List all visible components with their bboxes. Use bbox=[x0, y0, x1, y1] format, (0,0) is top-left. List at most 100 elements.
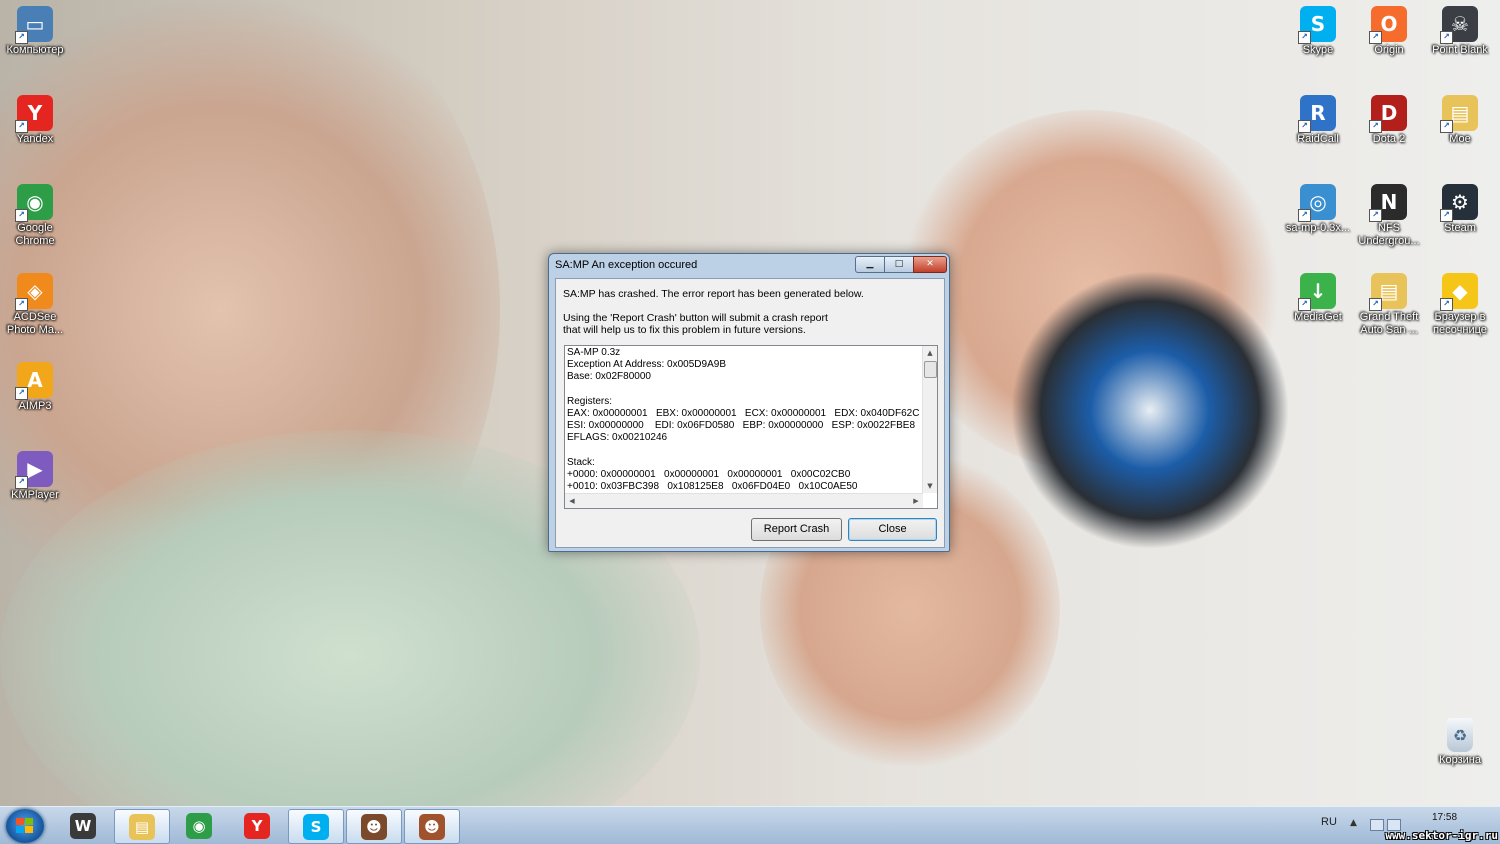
chrome-icon: ◉ bbox=[186, 812, 212, 839]
origin-icon: O ↗ bbox=[1369, 6, 1407, 44]
explorer-icon: ▤ bbox=[129, 813, 155, 840]
aimp-icon: A ↗ bbox=[15, 362, 53, 400]
desktop-shortcut[interactable]: ☠ ↗ Point Blank bbox=[1424, 6, 1496, 57]
desktop-shortcut-label: KMPlayer bbox=[11, 489, 59, 501]
shortcut-arrow-icon: ↗ bbox=[1440, 31, 1453, 44]
dialog-titlebar[interactable]: SA:MP An exception occured ▁ □ ✕ bbox=[549, 254, 949, 277]
yandex-browser-icon: Y ↗ bbox=[15, 95, 53, 133]
taskbar-button[interactable]: ☻ bbox=[404, 809, 460, 844]
point-blank-icon: ☠ ↗ bbox=[1440, 6, 1478, 44]
scroll-right-arrow-icon[interactable]: ▶ bbox=[909, 494, 923, 508]
yandex-browser-icon: Y bbox=[244, 812, 270, 839]
watermark: www.sektor-igr.ru bbox=[1385, 829, 1498, 842]
horizontal-scrollbar[interactable]: ◀ ▶ bbox=[565, 493, 923, 508]
desktop-shortcut[interactable]: ◈ ↗ ACDSee Photo Ma... bbox=[0, 273, 71, 337]
scroll-down-arrow-icon[interactable]: ▼ bbox=[923, 479, 937, 493]
desktop-shortcut-label: sa-mp-0.3x... bbox=[1285, 222, 1351, 234]
world-of-tanks-icon: W bbox=[70, 812, 96, 839]
recycle-bin[interactable]: ♻ Корзина bbox=[1424, 718, 1496, 767]
shortcut-arrow-icon: ↗ bbox=[15, 31, 28, 44]
desktop-shortcut[interactable]: ⚙ ↗ Steam bbox=[1424, 184, 1496, 235]
minimize-button[interactable]: ▁ bbox=[855, 256, 885, 273]
shortcut-arrow-icon: ↗ bbox=[1440, 120, 1453, 133]
show-hidden-icons-icon[interactable]: ▲ bbox=[1350, 818, 1357, 828]
shortcut-arrow-icon: ↗ bbox=[15, 120, 28, 133]
shortcut-arrow-icon: ↗ bbox=[1298, 209, 1311, 222]
clock[interactable]: 17:58 bbox=[1432, 812, 1457, 823]
start-button[interactable] bbox=[6, 809, 44, 843]
desktop-shortcut-label: Мое bbox=[1449, 133, 1471, 145]
shortcut-arrow-icon: ↗ bbox=[1298, 120, 1311, 133]
language-indicator[interactable]: RU bbox=[1321, 816, 1337, 828]
shortcut-arrow-icon: ↗ bbox=[1369, 120, 1382, 133]
desktop-shortcut[interactable]: N ↗ NFS Undergrou... bbox=[1353, 184, 1425, 248]
folder-icon: ▤ ↗ bbox=[1369, 273, 1407, 311]
dialog-client-area: SA:MP has crashed. The error report has … bbox=[555, 278, 945, 548]
network-icon[interactable] bbox=[1370, 819, 1384, 831]
shortcut-arrow-icon: ↗ bbox=[1440, 209, 1453, 222]
gta-sa-icon: ☻ bbox=[361, 813, 387, 840]
close-window-button[interactable]: ✕ bbox=[913, 256, 947, 273]
shortcut-arrow-icon: ↗ bbox=[15, 387, 28, 400]
taskbar: W ▤ ◉ Y S ☻ ☻ RU ▲ 17:58 www.sektor-igr.ru bbox=[0, 806, 1500, 844]
kmplayer-icon: ▶ ↗ bbox=[15, 451, 53, 489]
desktop-shortcut[interactable]: ▤ ↗ Grand Theft Auto San ... bbox=[1353, 273, 1425, 337]
steam-icon: ⚙ ↗ bbox=[1440, 184, 1478, 222]
recycle-bin-label: Корзина bbox=[1439, 754, 1481, 766]
desktop-shortcut[interactable]: R ↗ RaidCall bbox=[1282, 95, 1354, 146]
desktop-shortcut-label: Point Blank bbox=[1432, 44, 1488, 56]
taskbar-button[interactable]: S bbox=[288, 809, 344, 844]
taskbar-button[interactable]: W bbox=[56, 809, 110, 842]
report-hint-line2: that will help us to fix this problem in… bbox=[563, 324, 806, 336]
desktop-shortcut[interactable]: D ↗ Dota 2 bbox=[1353, 95, 1425, 146]
desktop-shortcut-label: RaidCall bbox=[1297, 133, 1339, 145]
skype-icon: S bbox=[303, 813, 329, 840]
shortcut-arrow-icon: ↗ bbox=[1298, 31, 1311, 44]
report-crash-button[interactable]: Report Crash bbox=[751, 518, 842, 541]
scroll-left-arrow-icon[interactable]: ◀ bbox=[565, 494, 579, 508]
taskbar-button[interactable]: Y bbox=[230, 809, 284, 842]
samp-installer-icon: ◎ ↗ bbox=[1298, 184, 1336, 222]
maximize-button[interactable]: □ bbox=[884, 256, 914, 273]
report-hint-line1: Using the 'Report Crash' button will sub… bbox=[563, 312, 828, 324]
windows-logo-icon bbox=[16, 818, 34, 834]
skype-icon: S ↗ bbox=[1298, 6, 1336, 44]
desktop-shortcut[interactable]: S ↗ Skype bbox=[1282, 6, 1354, 57]
desktop-shortcut[interactable]: ↓ ↗ MediaGet bbox=[1282, 273, 1354, 324]
nfs-icon: N ↗ bbox=[1369, 184, 1407, 222]
dota2-icon: D ↗ bbox=[1369, 95, 1407, 133]
desktop-shortcut[interactable]: ◆ ↗ Браузер в песочнице bbox=[1424, 273, 1496, 337]
close-button[interactable]: Close bbox=[848, 518, 937, 541]
desktop-shortcut[interactable]: ◉ ↗ Google Chrome bbox=[0, 184, 71, 248]
chrome-icon: ◉ ↗ bbox=[15, 184, 53, 222]
mediaget-icon: ↓ ↗ bbox=[1298, 273, 1336, 311]
scroll-thumb[interactable] bbox=[924, 361, 937, 378]
desktop-shortcut[interactable]: ▤ ↗ Мое bbox=[1424, 95, 1496, 146]
desktop-shortcut-label: ACDSee Photo Ma... bbox=[6, 311, 64, 336]
taskbar-button[interactable]: ☻ bbox=[346, 809, 402, 844]
shortcut-arrow-icon: ↗ bbox=[15, 209, 28, 222]
vertical-scrollbar[interactable]: ▲ ▼ bbox=[922, 346, 937, 493]
desktop-shortcut-label: Браузер в песочнице bbox=[1433, 311, 1487, 336]
desktop-shortcut[interactable]: A ↗ AIMP3 bbox=[0, 362, 71, 413]
desktop-shortcut[interactable]: Y ↗ Yandex bbox=[0, 95, 71, 146]
desktop-shortcut[interactable]: ▭ ↗ Компьютер bbox=[0, 6, 71, 57]
error-report-textbox[interactable]: SA-MP 0.3z Exception At Address: 0x005D9… bbox=[564, 345, 938, 509]
desktop-shortcut[interactable]: ▶ ↗ KMPlayer bbox=[0, 451, 71, 502]
desktop-shortcut[interactable]: O ↗ Origin bbox=[1353, 6, 1425, 57]
samp-icon: ☻ bbox=[419, 813, 445, 840]
scroll-up-arrow-icon[interactable]: ▲ bbox=[923, 346, 937, 360]
desktop-shortcut-label: Yandex bbox=[16, 133, 54, 145]
desktop-shortcut-label: NFS Undergrou... bbox=[1358, 222, 1420, 247]
taskbar-button[interactable]: ▤ bbox=[114, 809, 170, 844]
desktop-shortcut-label: Steam bbox=[1444, 222, 1476, 234]
raidcall-icon: R ↗ bbox=[1298, 95, 1336, 133]
computer-icon: ▭ ↗ bbox=[15, 6, 53, 44]
shortcut-arrow-icon: ↗ bbox=[1298, 298, 1311, 311]
folder-icon: ▤ ↗ bbox=[1440, 95, 1478, 133]
taskbar-button[interactable]: ◉ bbox=[172, 809, 226, 842]
desktop-shortcut-label: Компьютер bbox=[6, 44, 64, 56]
shortcut-arrow-icon: ↗ bbox=[1369, 31, 1382, 44]
desktop-shortcut[interactable]: ◎ ↗ sa-mp-0.3x... bbox=[1282, 184, 1354, 235]
shortcut-arrow-icon: ↗ bbox=[1369, 209, 1382, 222]
